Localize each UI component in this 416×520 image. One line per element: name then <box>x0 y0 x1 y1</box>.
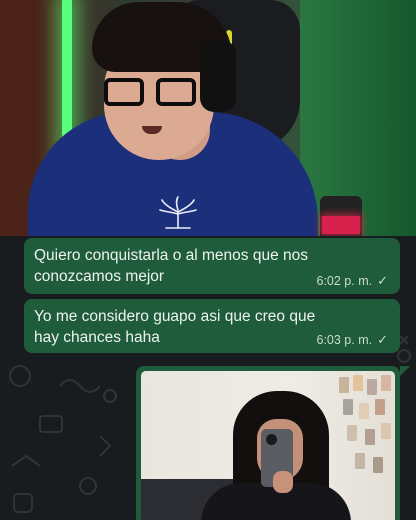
sent-check-icon: ✓ <box>377 332 388 347</box>
message-text: Yo me considero guapo asi que creo que h… <box>34 308 316 346</box>
chat-panel: Quiero conquistarla o al menos que nos c… <box>0 236 416 520</box>
bubble-tail <box>400 366 410 376</box>
message-time: 6:03 p. m. <box>316 333 373 347</box>
message-bubble[interactable]: Yo me considero guapo asi que creo que h… <box>24 299 400 353</box>
message-bubble[interactable]: Quiero conquistarla o al menos que nos c… <box>24 238 400 294</box>
image-message[interactable] <box>136 366 400 520</box>
shirt-tree-logo <box>159 196 197 229</box>
sent-check-icon: ✓ <box>377 273 388 288</box>
mirror-selfie-photo[interactable] <box>141 371 395 520</box>
headphone <box>200 40 236 112</box>
webcam-feed <box>0 0 416 236</box>
message-time: 6:02 p. m. <box>316 274 373 288</box>
message-meta: 6:03 p. m. ✓ <box>317 332 389 348</box>
message-meta: 6:02 p. m. ✓ <box>317 273 389 289</box>
photo-hand <box>273 471 293 493</box>
streamer-glasses <box>104 78 204 110</box>
message-text: Quiero conquistarla o al menos que nos c… <box>34 247 308 285</box>
microphone-rgb-light <box>322 216 360 234</box>
phone-camera-icon <box>266 434 277 445</box>
